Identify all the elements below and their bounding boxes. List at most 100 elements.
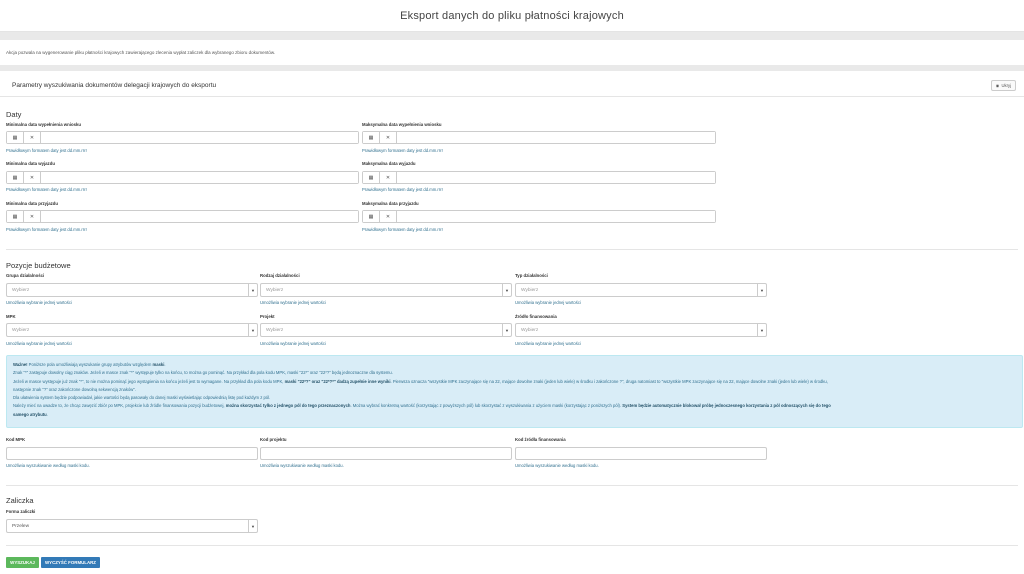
chevron-down-icon: ▼ — [757, 284, 766, 296]
mpk-label: MPK — [6, 314, 16, 319]
single-hint: Umożliwia wybranie jednej wartości — [260, 300, 326, 305]
calendar-icon[interactable]: ▦ — [363, 172, 380, 183]
hide-label: Ukryj — [1001, 83, 1011, 88]
zrodlo-label: Źródło finansowania — [515, 314, 557, 319]
max-fill-input[interactable] — [397, 132, 715, 143]
alert-line: Dla ułatwienia system będzie podpowiadał… — [13, 395, 271, 401]
min-arr-date: ▦ ✕ — [6, 210, 359, 223]
divider — [6, 485, 1018, 486]
select-placeholder: Wybierz — [12, 327, 30, 333]
forma-select[interactable]: Przelew ▼ — [6, 519, 258, 533]
min-fill-label: Minimalna data wypełnienia wniosku — [6, 122, 81, 127]
min-arr-input[interactable] — [41, 211, 358, 222]
alert-line: Należy mieć na uwadze to, że chcąc zawęz… — [13, 403, 831, 409]
min-dep-input[interactable] — [41, 172, 358, 183]
projekt-label: Projekt — [260, 314, 275, 319]
min-dep-label: Minimalna data wyjazdu — [6, 161, 55, 166]
select-placeholder: Wybierz — [12, 287, 30, 293]
grey-band — [0, 65, 1024, 71]
kod-projektu-input[interactable] — [260, 447, 512, 460]
grupa-label: Grupa działalności — [6, 273, 45, 278]
chevron-down-icon: ▼ — [502, 284, 511, 296]
kod-zrodla-input[interactable] — [515, 447, 767, 460]
alert-line: samego atrybutu. — [13, 411, 48, 417]
zaliczka-heading: Zaliczka — [6, 496, 34, 505]
max-dep-label: Maksymalna data wyjazdu — [362, 161, 416, 166]
grey-band — [0, 32, 1024, 40]
max-fill-label: Maksymalna data wypełnienia wniosku — [362, 122, 442, 127]
single-hint: Umożliwia wybranie jednej wartości — [6, 300, 72, 305]
typ-label: Typ działalności — [515, 273, 548, 278]
divider — [6, 545, 1018, 546]
params-header: Parametry wyszukiwania dokumentów delega… — [0, 75, 1024, 97]
clear-icon[interactable]: ✕ — [380, 172, 397, 183]
projekt-select[interactable]: Wybierz ▼ — [260, 323, 512, 337]
forma-label: Forma zaliczki — [6, 509, 36, 514]
hide-button[interactable]: ◉ Ukryj — [990, 80, 1016, 91]
alert-line: Ważne! Poniższe pola umożliwiają wyszuka… — [13, 362, 166, 367]
calendar-icon[interactable]: ▦ — [7, 211, 24, 222]
mask-info-alert: Ważne! Poniższe pola umożliwiają wyszuka… — [6, 355, 1023, 428]
min-fill-input[interactable] — [41, 132, 358, 143]
date-hint: Prawidłowym formatem daty jest dd.mm.rrr… — [362, 227, 443, 232]
mask-hint: Umożliwia wyszukiwanie według maski kodu… — [6, 463, 90, 468]
min-dep-date: ▦ ✕ — [6, 171, 359, 184]
budget-heading: Pozycje budżetowe — [6, 261, 71, 270]
kod-mpk-input[interactable] — [6, 447, 258, 460]
mask-hint: Umożliwia wyszukiwanie według maski kodu… — [515, 463, 599, 468]
params-title: Parametry wyszukiwania dokumentów delega… — [12, 82, 217, 89]
forma-value: Przelew — [12, 523, 30, 529]
max-arr-date: ▦ ✕ — [362, 210, 716, 223]
kod-zrodla-label: Kod źródła finansowania — [515, 437, 566, 442]
date-hint: Prawidłowym formatem daty jest dd.mm.rrr… — [6, 187, 87, 192]
calendar-icon[interactable]: ▦ — [7, 132, 24, 143]
clear-icon[interactable]: ✕ — [24, 211, 41, 222]
chevron-down-icon: ▼ — [248, 520, 257, 532]
kod-mpk-label: Kod MPK — [6, 437, 26, 442]
clear-icon[interactable]: ✕ — [380, 132, 397, 143]
date-hint: Prawidłowym formatem daty jest dd.mm.rrr… — [362, 148, 443, 153]
mask-hint: Umożliwia wyszukiwanie według maski kodu… — [260, 463, 344, 468]
typ-select[interactable]: Wybierz ▼ — [515, 283, 767, 297]
max-fill-date: ▦ ✕ — [362, 131, 716, 144]
max-arr-input[interactable] — [397, 211, 715, 222]
calendar-icon[interactable]: ▦ — [363, 132, 380, 143]
alert-line: Znak "*" zastępuje dowolny ciąg znaków. … — [13, 370, 393, 376]
rodzaj-select[interactable]: Wybierz ▼ — [260, 283, 512, 297]
single-hint: Umożliwia wybranie jednej wartości — [515, 300, 581, 305]
max-dep-input[interactable] — [397, 172, 715, 183]
chevron-down-icon: ▼ — [757, 324, 766, 336]
clear-icon[interactable]: ✕ — [24, 172, 41, 183]
alert-line: Jeżeli w masce występuje już znak "*", t… — [13, 378, 828, 384]
eye-icon: ◉ — [995, 83, 1000, 88]
chevron-down-icon: ▼ — [248, 324, 257, 336]
chevron-down-icon: ▼ — [502, 324, 511, 336]
calendar-icon[interactable]: ▦ — [7, 172, 24, 183]
chevron-down-icon: ▼ — [248, 284, 257, 296]
zrodlo-select[interactable]: Wybierz ▼ — [515, 323, 767, 337]
clear-icon[interactable]: ✕ — [24, 132, 41, 143]
mpk-select[interactable]: Wybierz ▼ — [6, 323, 258, 337]
grupa-select[interactable]: Wybierz ▼ — [6, 283, 258, 297]
select-placeholder: Wybierz — [521, 287, 539, 293]
min-arr-label: Minimalna data przyjazdu — [6, 201, 59, 206]
date-hint: Prawidłowym formatem daty jest dd.mm.rrr… — [362, 187, 443, 192]
kod-projektu-label: Kod projektu — [260, 437, 287, 442]
dates-heading: Daty — [6, 110, 22, 119]
select-placeholder: Wybierz — [266, 287, 284, 293]
clear-form-button[interactable]: WYCZYŚĆ FORMULARZ — [41, 557, 100, 568]
info-text: Akcja pozwala na wygenerowanie pliku pła… — [6, 50, 276, 55]
select-placeholder: Wybierz — [521, 327, 539, 333]
divider — [6, 249, 1018, 250]
calendar-icon[interactable]: ▦ — [363, 211, 380, 222]
single-hint: Umożliwia wybranie jednej wartości — [260, 341, 326, 346]
max-arr-label: Maksymalna data przyjazdu — [362, 201, 419, 206]
single-hint: Umożliwia wybranie jednej wartości — [515, 341, 581, 346]
clear-icon[interactable]: ✕ — [380, 211, 397, 222]
date-hint: Prawidłowym formatem daty jest dd.mm.rrr… — [6, 227, 87, 232]
single-hint: Umożliwia wybranie jednej wartości — [6, 341, 72, 346]
max-dep-date: ▦ ✕ — [362, 171, 716, 184]
search-button[interactable]: WYSZUKAJ — [6, 557, 39, 568]
date-hint: Prawidłowym formatem daty jest dd.mm.rrr… — [6, 148, 87, 153]
page-title: Eksport danych do pliku płatności krajow… — [0, 0, 1024, 32]
